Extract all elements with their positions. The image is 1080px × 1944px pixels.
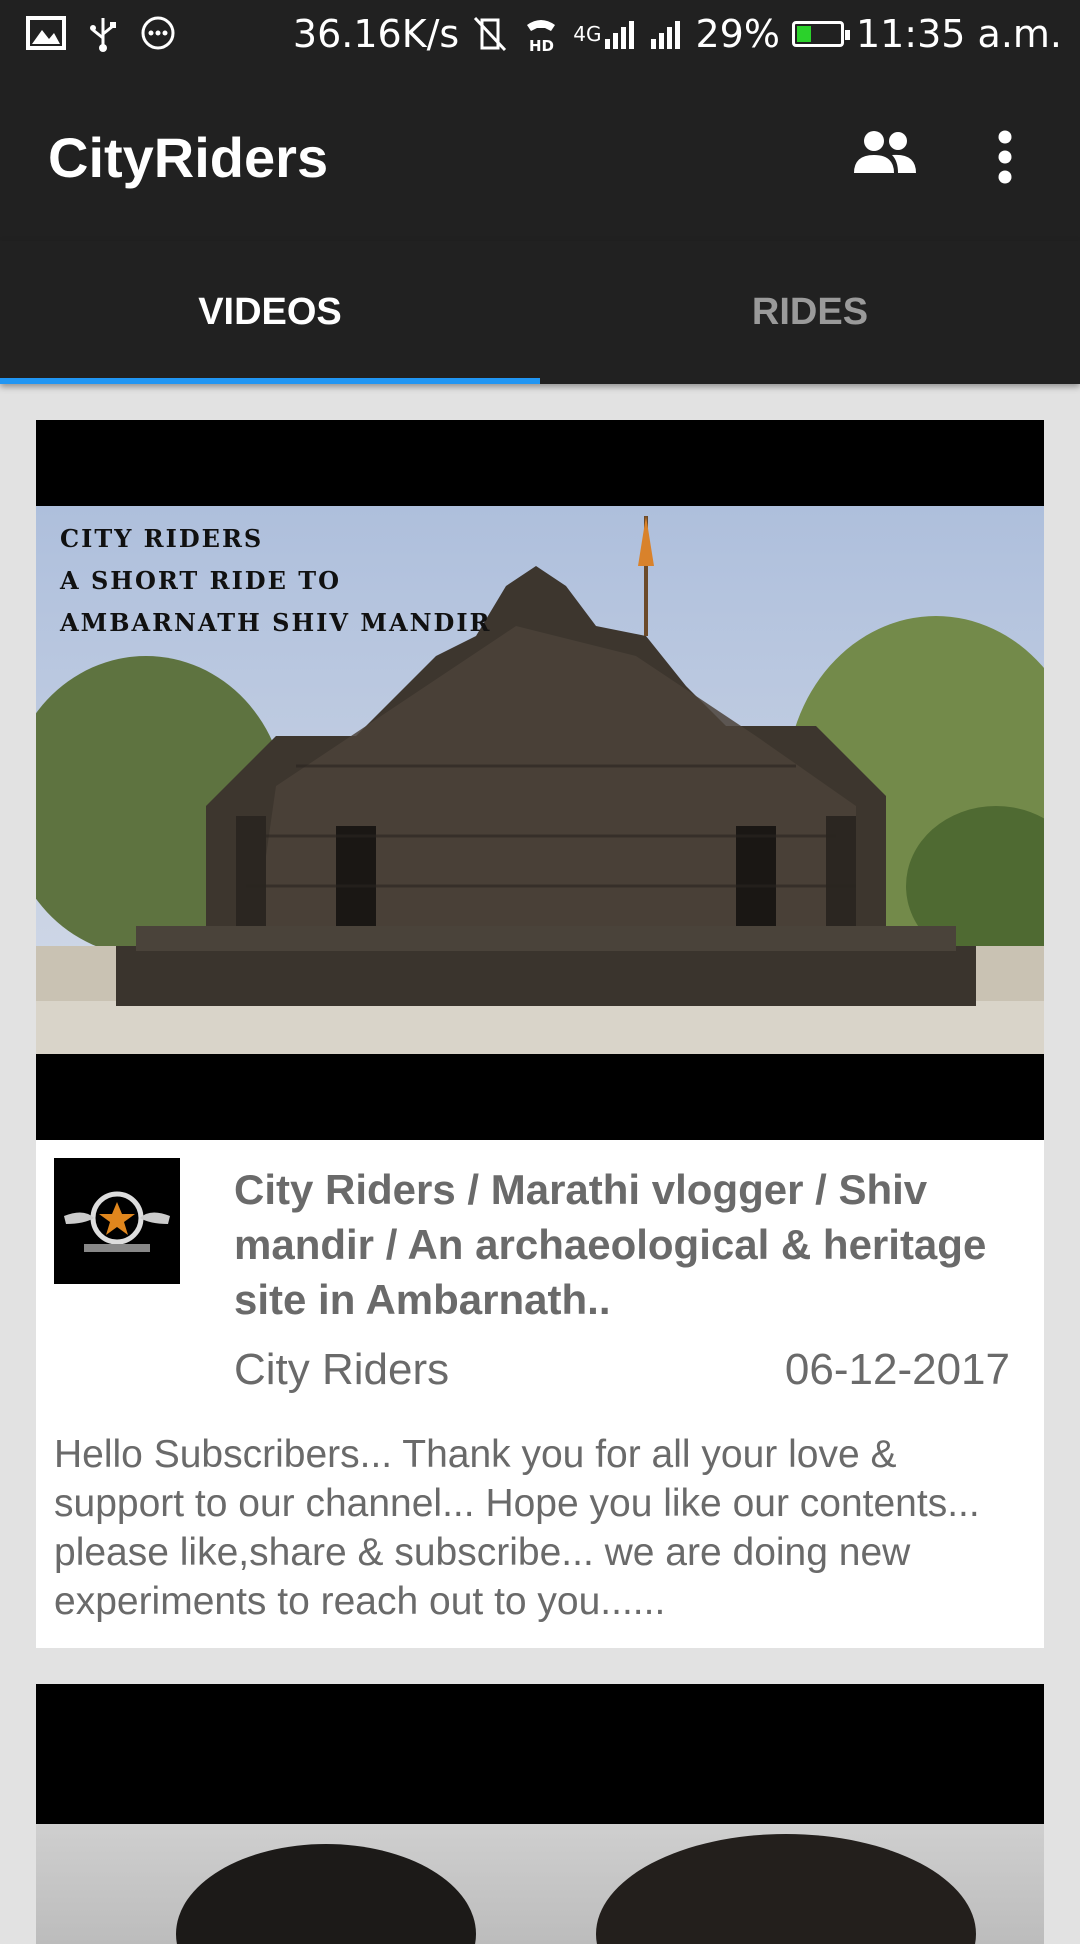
video-description: Hello Subscribers... Thank you for all y…: [54, 1433, 980, 1623]
tab-rides-label: RIDES: [751, 291, 869, 333]
tab-bar: VIDEOS RIDES: [0, 241, 1080, 384]
video-date: 06-12-2017: [784, 1345, 1010, 1394]
tab-rides[interactable]: RIDES: [540, 241, 1080, 384]
tab-videos-label: VIDEOS: [198, 291, 342, 333]
video-card[interactable]: [36, 1684, 1044, 1944]
video-thumbnail[interactable]: CITY RIDERS A SHORT RIDE TO AMBARNATH SH…: [36, 420, 1044, 1140]
video-thumbnail[interactable]: [36, 1824, 1044, 1944]
more-vert-icon[interactable]: [996, 130, 1014, 189]
video-title[interactable]: City Riders / Marathi vlogger / Shiv man…: [234, 1162, 1024, 1327]
network-type: 4G: [573, 22, 602, 46]
thumbnail-text-line: A SHORT RIDE TO: [60, 566, 342, 595]
clock: 11:35 a.m.: [855, 12, 1062, 56]
tab-indicator: [0, 378, 540, 384]
network-speed: 36.16K/s: [292, 12, 460, 56]
app-title: CityRiders: [48, 126, 329, 189]
svg-text:HD: HD: [529, 37, 554, 53]
video-card[interactable]: CITY RIDERS A SHORT RIDE TO AMBARNATH SH…: [36, 420, 1044, 1648]
battery-percent: 29%: [695, 12, 780, 56]
signal-icon: 4G: [573, 17, 637, 51]
thumbnail-text-line: CITY RIDERS: [60, 524, 264, 553]
channel-logo[interactable]: [54, 1158, 180, 1284]
chat-bubble-icon: [140, 15, 176, 51]
tab-videos[interactable]: VIDEOS: [0, 241, 540, 384]
channel-name: City Riders: [234, 1345, 450, 1394]
usb-icon: [88, 14, 118, 52]
signal-icon: [649, 17, 683, 51]
image-icon: [26, 16, 66, 50]
status-bar: 36.16K/s HD 4G 29% 11:35 a.m.: [0, 0, 1080, 75]
thumbnail-text-line: AMBARNATH SHIV MANDIR: [60, 608, 492, 637]
vibrate-off-icon: [471, 16, 509, 52]
app-bar: CityRiders: [0, 75, 1080, 241]
people-photo: [176, 1834, 976, 1944]
hd-call-icon: HD: [521, 15, 561, 53]
people-icon[interactable]: [852, 127, 918, 182]
battery-icon: [791, 21, 850, 47]
